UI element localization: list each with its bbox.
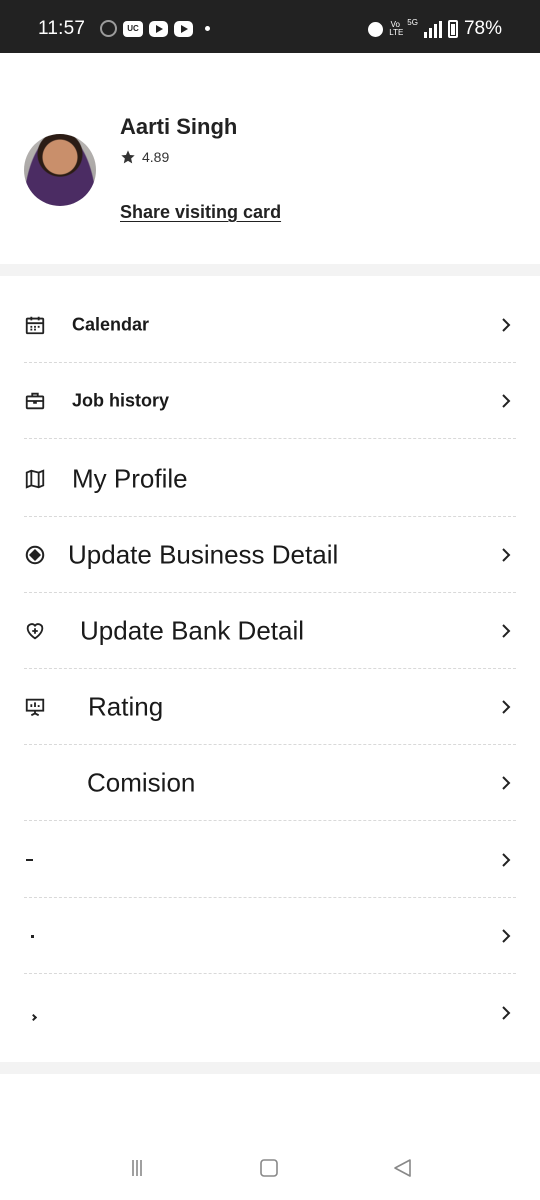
back-icon[interactable] [390,1156,414,1180]
menu-label-update-business-detail: Update Business Detail [68,539,339,570]
recents-icon[interactable] [124,1156,148,1180]
menu-label-calendar: Calendar [72,314,150,335]
menu-label-rating: Rating [88,691,164,722]
status-right-icons: Vo LTE 5G 78% [368,18,502,40]
uc-label: UC [127,24,139,33]
section-divider [0,264,540,276]
menu-item-comision[interactable]: Comision [0,745,540,821]
chevron-right-icon [502,776,511,790]
menu-item-calendar[interactable]: Calendar [0,287,540,363]
heart-plus-icon [26,623,44,640]
home-icon[interactable] [257,1156,281,1180]
youtube-icon [149,20,168,37]
battery-icon [447,20,458,38]
avatar[interactable] [24,134,96,206]
chevron-right-icon [502,929,511,943]
presentation-icon [25,698,45,717]
menu-item-job-history[interactable]: Job history [0,363,540,439]
menu-label-job-history: Job history [72,390,170,411]
target-icon [25,545,45,565]
menu-item-update-business-detail[interactable]: Update Business Detail [0,517,540,593]
menu-separator [24,820,516,821]
chevron-right-icon [502,1006,511,1020]
menu-label-comision: Comision [87,767,196,798]
chevron-right-icon [502,318,511,332]
menu-separator [24,438,516,439]
volte-label: Vo LTE [389,20,404,37]
network-type-label: 5G [407,18,418,27]
notification-dot-icon [205,26,210,31]
rating-value: 4.89 [142,149,170,165]
menu-item-blank-2[interactable] [0,898,540,974]
menu-icon-fragment [29,1013,38,1022]
chevron-right-icon [502,853,511,867]
section-divider [0,1062,540,1074]
menu-item-blank-3[interactable] [0,975,540,1051]
signal-icon [423,20,442,38]
menu-item-rating[interactable]: Rating [0,669,540,745]
chevron-right-icon [502,700,511,714]
google-g-icon [100,20,117,37]
menu-item-blank-1[interactable] [0,822,540,898]
menu-label-update-bank-detail: Update Bank Detail [80,615,305,646]
menu-icon-fragment [26,859,33,861]
youtube-icon [174,20,193,37]
chevron-right-icon [502,394,511,408]
uc-browser-icon: UC [123,20,143,37]
menu-item-my-profile[interactable]: My Profile [0,441,540,517]
system-nav-bar [0,1140,540,1200]
map-icon [25,469,45,489]
briefcase-icon [25,392,45,410]
share-visiting-card-link[interactable]: Share visiting card [120,202,281,223]
status-bar: 11:57 UC Vo LTE 5G 78% [0,0,540,53]
status-time: 11:57 [38,18,86,39]
star-icon [121,150,135,164]
menu-icon-fragment [31,935,34,938]
menu-item-update-bank-detail[interactable]: Update Bank Detail [0,593,540,669]
menu-separator [24,973,516,974]
menu-label-my-profile: My Profile [72,463,188,494]
alarm-icon [368,21,384,37]
status-left-icons: UC [100,20,210,37]
chevron-right-icon [502,548,511,562]
profile-rating: 4.89 [120,149,169,165]
battery-percent: 78% [463,18,502,39]
chevron-right-icon [502,624,511,638]
calendar-icon [25,316,45,335]
profile-name: Aarti Singh [120,114,238,139]
